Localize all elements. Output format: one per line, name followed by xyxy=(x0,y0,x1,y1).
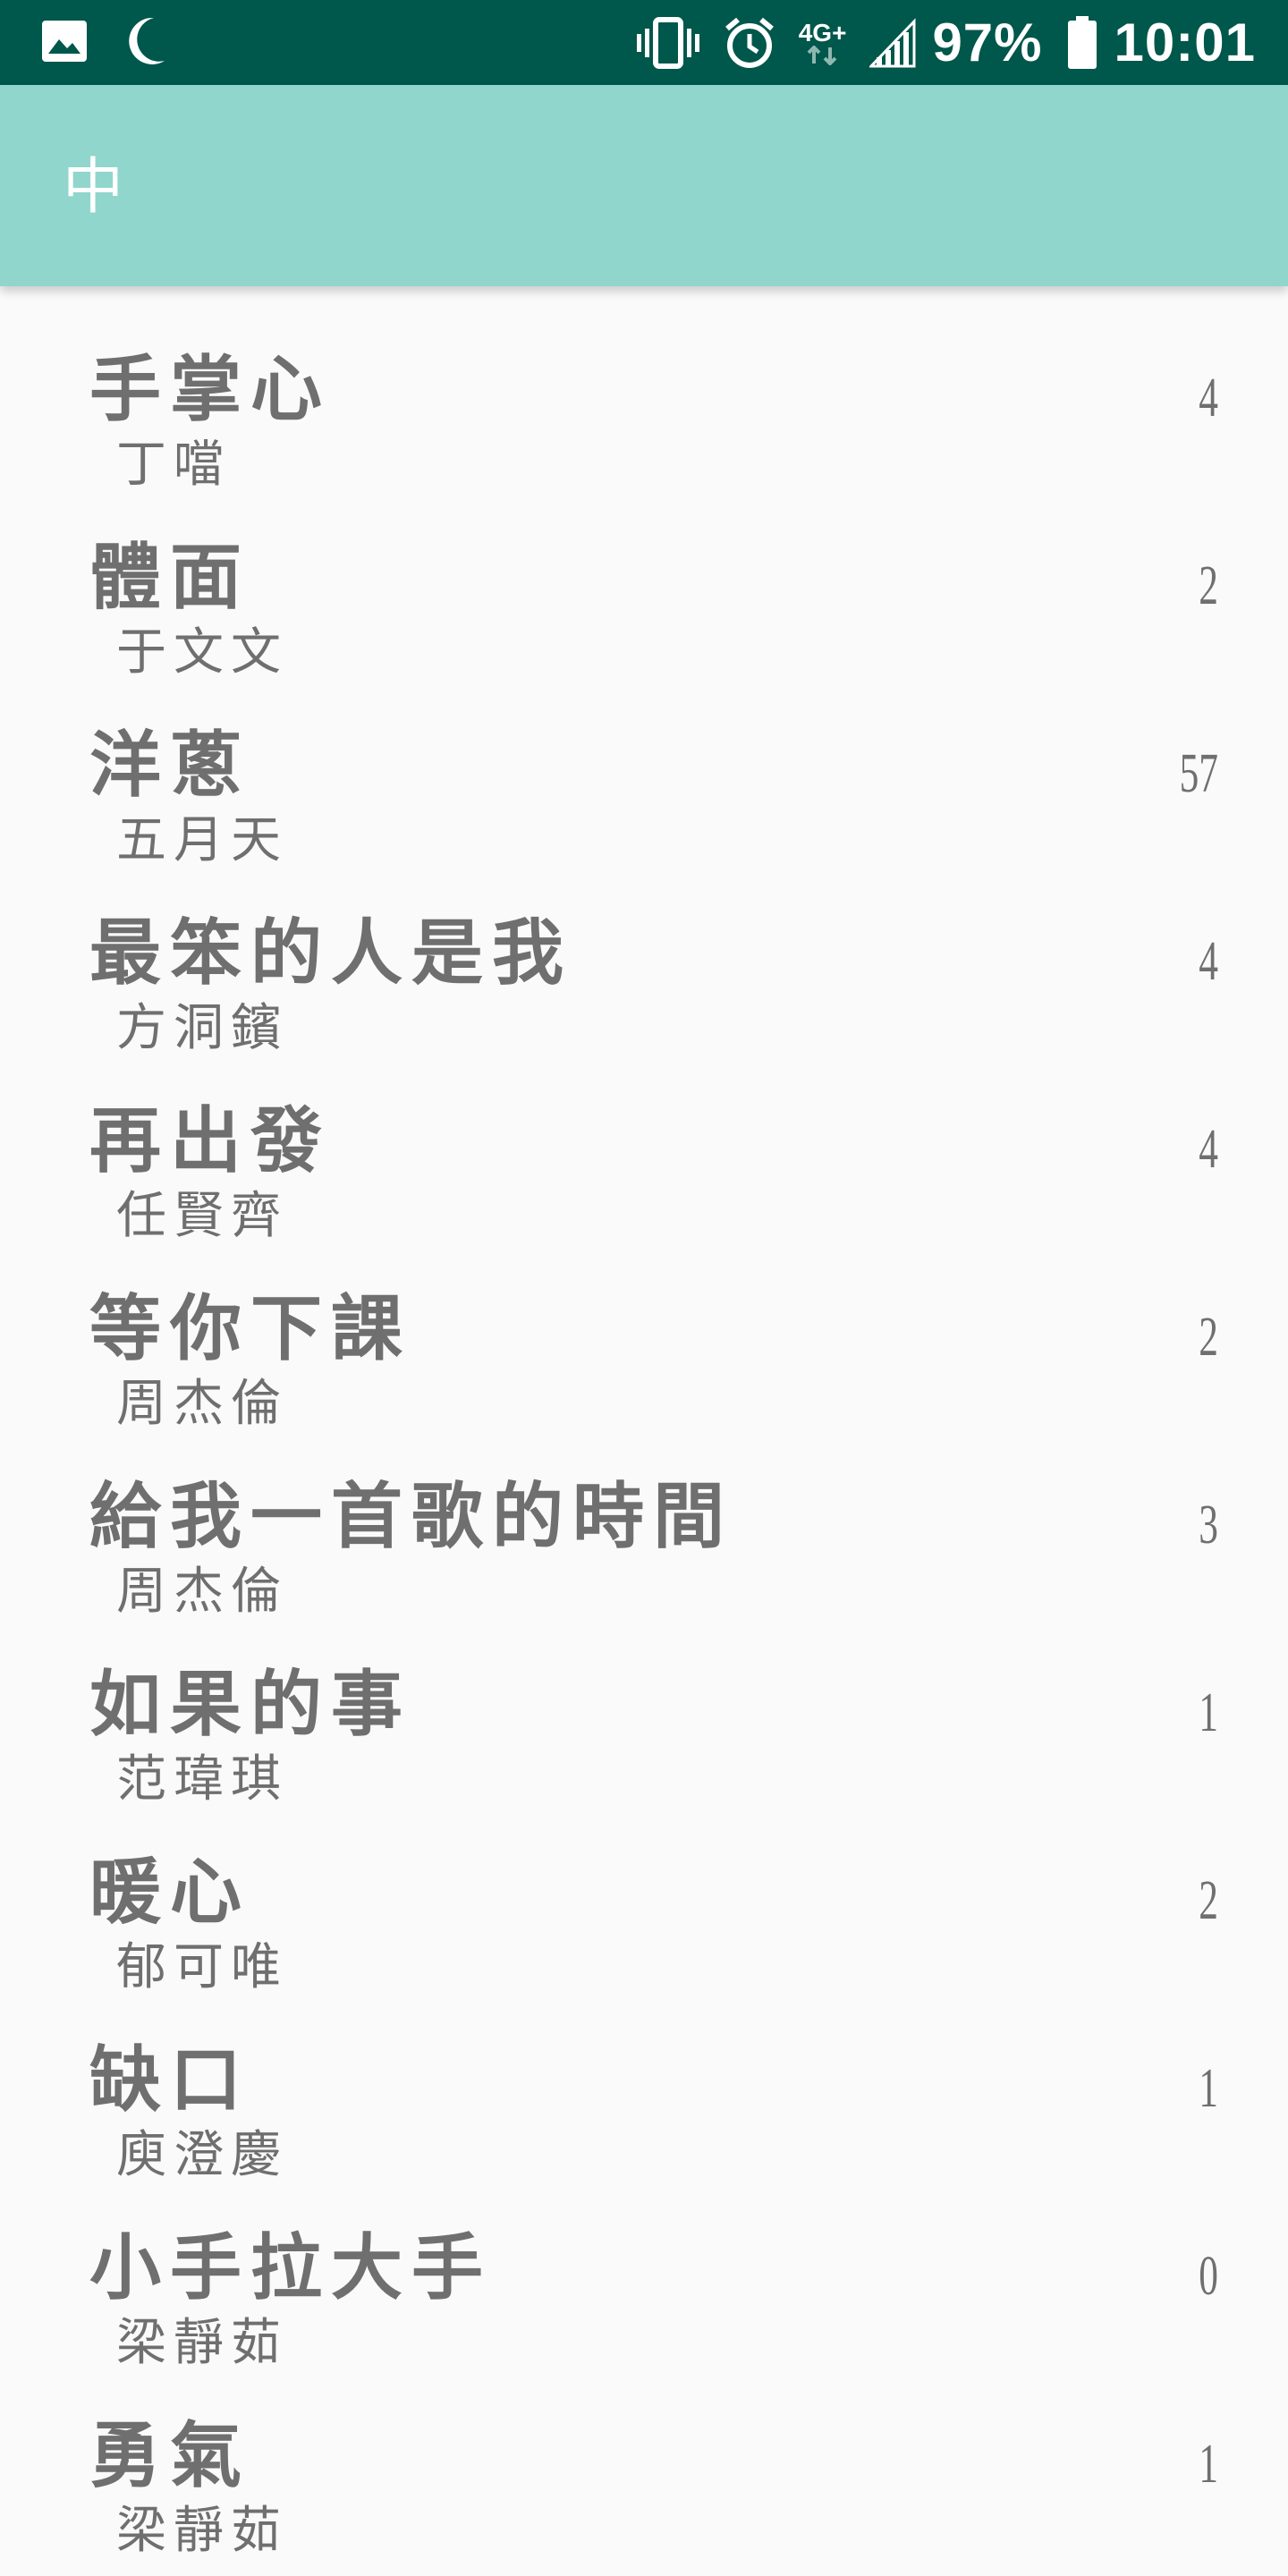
list-item[interactable]: 勇氣 梁靜茹 1 xyxy=(0,2370,1288,2560)
song-count: 1 xyxy=(1199,1682,1218,1743)
list-item[interactable]: 體面 于文文 2 xyxy=(0,492,1288,682)
song-artist: 庾澄慶 xyxy=(116,2126,288,2184)
song-count: 2 xyxy=(1199,1870,1218,1931)
moon-icon xyxy=(127,16,166,70)
list-item[interactable]: 給我一首歌的時間 周杰倫 3 xyxy=(0,1431,1288,1621)
song-artist: 任賢齊 xyxy=(116,1187,288,1245)
song-artist: 周杰倫 xyxy=(116,1375,288,1433)
song-title: 給我一首歌的時間 xyxy=(89,1474,733,1558)
battery-percent: 97% xyxy=(932,13,1043,72)
status-left xyxy=(41,16,206,70)
app-bar: 中 xyxy=(0,85,1288,286)
song-artist: 于文文 xyxy=(116,623,288,682)
song-title: 等你下課 xyxy=(89,1286,411,1370)
song-count: 1 xyxy=(1199,2434,1218,2495)
song-title: 小手拉大手 xyxy=(89,2225,492,2309)
list-item[interactable]: 再出發 任賢齊 4 xyxy=(0,1055,1288,1245)
status-right: 4G+ 97% 10:01 xyxy=(613,0,1256,85)
list-item[interactable]: 最笨的人是我 方洞鑌 4 xyxy=(0,868,1288,1057)
song-artist: 梁靜茹 xyxy=(116,2502,288,2560)
list-item[interactable]: 缺口 庾澄慶 1 xyxy=(0,1995,1288,2184)
vibrate-icon xyxy=(636,16,700,70)
song-title: 手掌心 xyxy=(89,347,331,431)
song-artist: 范瑋琪 xyxy=(116,1750,288,1809)
song-title: 洋蔥 xyxy=(89,723,250,807)
song-artist: 周杰倫 xyxy=(116,1563,288,1621)
song-title: 再出發 xyxy=(89,1098,331,1182)
song-artist: 丁噹 xyxy=(116,436,231,494)
song-count: 2 xyxy=(1199,1307,1218,1368)
song-count: 3 xyxy=(1199,1495,1218,1555)
song-count: 4 xyxy=(1199,1119,1218,1180)
song-title: 缺口 xyxy=(89,2038,250,2122)
battery-icon xyxy=(1066,15,1098,70)
song-artist: 方洞鑌 xyxy=(116,999,288,1057)
song-count: 2 xyxy=(1199,555,1218,616)
song-count: 4 xyxy=(1199,931,1218,992)
song-title: 如果的事 xyxy=(89,1662,411,1746)
list-item[interactable]: 洋蔥 五月天 57 xyxy=(0,680,1288,869)
list-item[interactable]: 如果的事 范瑋琪 1 xyxy=(0,1619,1288,1809)
song-title: 最笨的人是我 xyxy=(89,911,572,995)
song-count: 57 xyxy=(1179,743,1218,804)
song-title: 體面 xyxy=(89,535,250,619)
status-bar: 4G+ 97% 10:01 xyxy=(0,0,1288,85)
list-item[interactable]: 等你下課 周杰倫 2 xyxy=(0,1243,1288,1433)
list-item[interactable]: 小手拉大手 梁靜茹 0 xyxy=(0,2182,1288,2372)
song-artist: 五月天 xyxy=(116,811,288,869)
app-title: 中 xyxy=(63,152,124,223)
song-artist: 郁可唯 xyxy=(116,1938,288,1996)
song-count: 0 xyxy=(1199,2246,1218,2307)
network-label: 4G+ xyxy=(798,18,847,47)
song-title: 勇氣 xyxy=(89,2413,250,2497)
song-count: 4 xyxy=(1199,368,1218,428)
network-4g-icon: 4G+ xyxy=(798,18,847,65)
song-count: 1 xyxy=(1199,2058,1218,2119)
song-list: 手掌心 丁噹 4 體面 于文文 2 洋蔥 五月天 57 最笨的人是我 方洞鑌 4… xyxy=(0,304,1288,2576)
clock-time: 10:01 xyxy=(1114,13,1256,72)
signal-icon xyxy=(869,17,916,68)
image-icon xyxy=(41,20,88,66)
song-artist: 梁靜茹 xyxy=(116,2314,288,2372)
list-item[interactable]: 暖心 郁可唯 2 xyxy=(0,1807,1288,1996)
song-title: 暖心 xyxy=(89,1850,250,1934)
list-item[interactable]: 手掌心 丁噹 4 xyxy=(0,304,1288,494)
alarm-icon xyxy=(724,16,775,70)
